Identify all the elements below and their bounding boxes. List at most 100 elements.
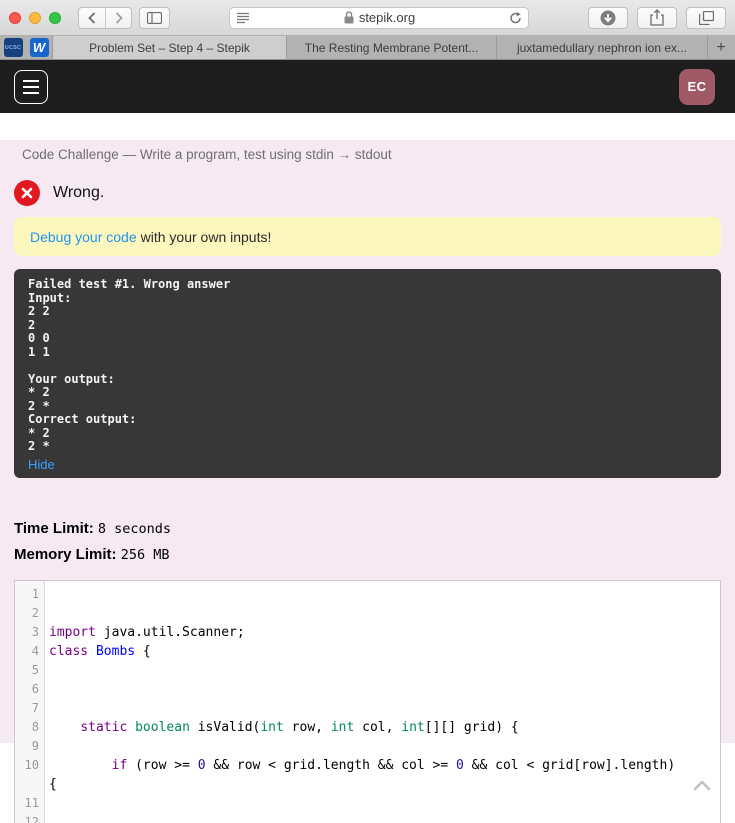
hamburger-menu-button[interactable] <box>14 69 48 104</box>
code-token: && col < grid[row].length) <box>463 758 676 773</box>
hide-link[interactable]: Hide <box>28 457 55 472</box>
code-line: 5 <box>15 661 720 680</box>
code-token: import <box>49 625 96 640</box>
new-tab-button[interactable]: + <box>708 36 734 59</box>
code-line-content[interactable] <box>45 737 720 756</box>
code-line-content[interactable] <box>45 813 720 823</box>
tabs-icon <box>698 10 714 25</box>
debug-your-code-link[interactable]: Debug your code <box>30 229 137 245</box>
hamburger-icon <box>23 79 39 82</box>
wrong-status-icon <box>14 179 40 206</box>
line-number: 5 <box>31 663 39 677</box>
pinned-tab-w[interactable]: W <box>29 38 49 57</box>
chevron-up-icon <box>693 780 711 791</box>
tab-overview-button[interactable] <box>686 6 726 29</box>
code-line-content[interactable] <box>45 680 720 699</box>
browser-toolbar: stepik.org <box>0 0 735 36</box>
close-window-button[interactable] <box>9 11 21 24</box>
main-content: Code Challenge — Write a program, test u… <box>0 140 735 823</box>
code-editor[interactable]: 1 2 3 import java.util.Scanner; 4 class Bombs… <box>14 580 721 823</box>
line-number: 2 <box>31 606 39 620</box>
code-token: 0 <box>197 758 206 773</box>
sidebar-icon <box>147 11 162 24</box>
site-header: EC <box>0 60 735 113</box>
tab-juxtamedullary[interactable]: juxtamedullary nephron ion ex... <box>497 36 708 59</box>
w-favicon: W <box>32 40 46 55</box>
zoom-window-button[interactable] <box>49 11 61 24</box>
memory-limit-value: 256 MB <box>120 547 170 563</box>
line-number: 9 <box>31 739 39 753</box>
tab-problem-set[interactable]: Problem Set – Step 4 – Stepik <box>53 36 287 59</box>
code-line-content[interactable] <box>45 661 720 680</box>
debug-banner: Debug your code with your own inputs! <box>14 217 721 256</box>
code-token: static <box>80 720 128 735</box>
line-number: 10 <box>24 758 39 772</box>
code-token: class <box>49 644 89 659</box>
code-token: (row >= <box>127 758 198 773</box>
plus-icon: + <box>716 38 726 56</box>
tab-label: Problem Set – Step 4 – Stepik <box>89 40 250 55</box>
chevron-right-icon <box>115 11 123 24</box>
pinned-tab-ucsc[interactable]: UCSC <box>3 38 23 57</box>
code-line: 8 static boolean isValid(int row, int co… <box>15 718 720 737</box>
code-line-content[interactable]: static boolean isValid(int row, int col,… <box>45 718 720 737</box>
code-line-content[interactable]: import java.util.Scanner; <box>45 623 720 642</box>
tab-bar: UCSC W Problem Set – Step 4 – Stepik The… <box>0 36 735 60</box>
code-line-content[interactable]: if (row >= 0 && row < grid.length && col… <box>45 756 720 794</box>
downloads-button[interactable] <box>588 6 628 29</box>
code-lines: 1 2 3 import java.util.Scanner; 4 class Bombs… <box>15 581 720 823</box>
code-line-content[interactable] <box>45 585 720 604</box>
url-text: stepik.org <box>358 10 416 25</box>
time-limit-value: 8 seconds <box>97 521 172 537</box>
back-button[interactable] <box>79 8 105 28</box>
reader-view-icon[interactable] <box>236 12 250 24</box>
code-token: int <box>401 720 425 735</box>
lock-icon <box>344 11 354 24</box>
line-number: 4 <box>31 644 39 658</box>
code-line-content[interactable] <box>45 794 720 813</box>
tab-resting-membrane[interactable]: The Resting Membrane Potent... <box>287 36 497 59</box>
code-line: 6 <box>15 680 720 699</box>
code-line: 2 <box>15 604 720 623</box>
code-line: 12 <box>15 813 720 823</box>
memory-limit-row: Memory Limit: 256 MB <box>14 546 721 563</box>
chevron-left-icon <box>88 11 96 24</box>
ucsc-favicon: UCSC <box>4 44 22 51</box>
banner-text: with your own inputs! <box>140 228 272 245</box>
user-avatar[interactable]: EC <box>679 68 715 105</box>
code-token: { <box>49 777 57 792</box>
code-line-content[interactable] <box>45 604 720 623</box>
content-gap <box>0 113 735 140</box>
code-token: { <box>135 644 151 659</box>
tab-label: juxtamedullary nephron ion ex... <box>516 40 688 55</box>
code-token: col, <box>354 720 402 735</box>
code-line-content[interactable]: class Bombs { <box>45 642 720 661</box>
code-token: boolean <box>135 720 190 735</box>
minimize-window-button[interactable] <box>29 11 41 24</box>
share-button[interactable] <box>637 6 677 29</box>
code-line: 1 <box>15 585 720 604</box>
forward-button[interactable] <box>105 7 131 28</box>
code-token: row, <box>283 720 331 735</box>
line-number: 7 <box>31 701 39 715</box>
collapse-editor-button[interactable] <box>693 779 711 791</box>
code-line-content[interactable] <box>45 699 720 718</box>
address-bar[interactable]: stepik.org <box>229 6 529 29</box>
code-token: int <box>330 720 355 735</box>
code-token: int <box>260 720 284 735</box>
code-token: isValid( <box>189 720 261 735</box>
share-icon <box>650 9 664 26</box>
x-icon <box>21 187 33 198</box>
refresh-icon[interactable] <box>509 11 522 25</box>
download-icon <box>600 10 616 25</box>
line-number: 3 <box>31 625 39 639</box>
line-number: 6 <box>31 682 39 696</box>
line-number: 12 <box>24 815 39 823</box>
sidebar-toggle-button[interactable] <box>139 6 170 29</box>
time-limit-label: Time Limit: <box>14 520 94 537</box>
code-line: 9 <box>15 737 720 756</box>
